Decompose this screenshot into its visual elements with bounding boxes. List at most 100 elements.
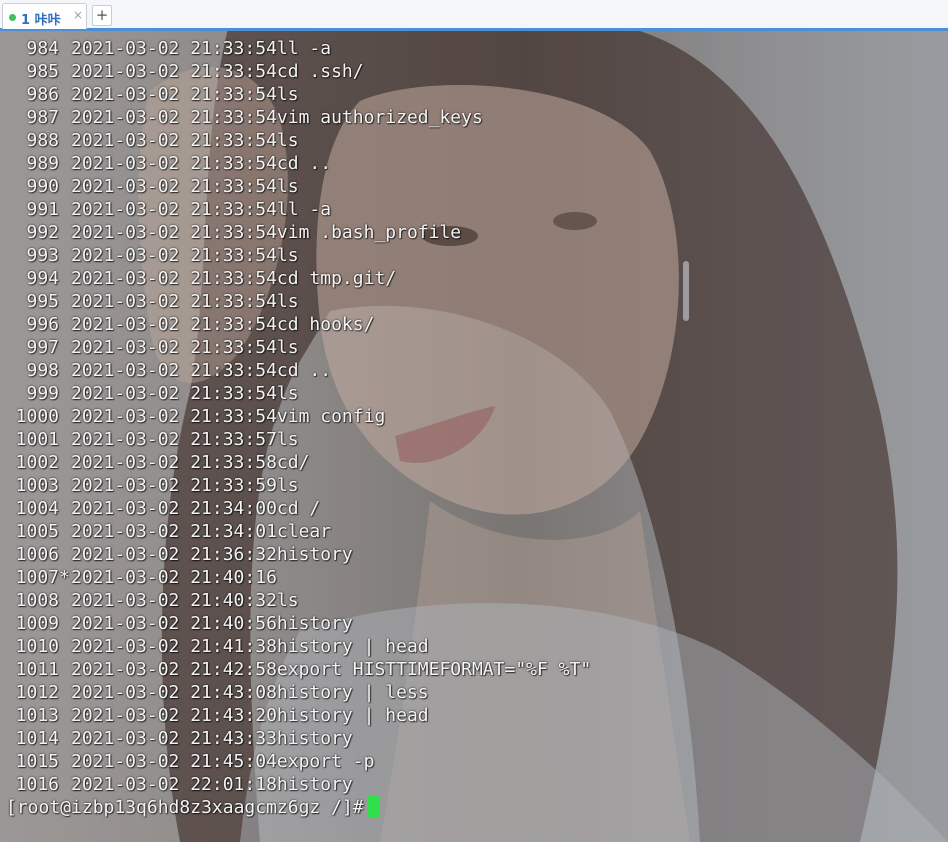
history-line: 1001 2021-03-02 21:33:57ls — [0, 428, 591, 451]
history-command: history | less — [276, 682, 429, 703]
history-command: cd .. — [276, 360, 332, 381]
history-number: 999 — [26, 383, 59, 404]
history-timestamp: 2021-03-02 21:40:56 — [71, 613, 277, 634]
history-number: 1008 — [15, 590, 59, 611]
history-command: export -p — [276, 751, 375, 772]
history-command: history — [276, 774, 353, 795]
history-command: ll -a — [276, 199, 332, 220]
history-line: 1003 2021-03-02 21:33:59ls — [0, 474, 591, 497]
history-timestamp: 2021-03-02 21:33:58 — [71, 452, 277, 473]
history-timestamp: 2021-03-02 21:33:54 — [71, 61, 277, 82]
history-number: 997 — [26, 337, 59, 358]
history-line: 1009 2021-03-02 21:40:56history — [0, 612, 591, 635]
history-number: 1009 — [15, 613, 59, 634]
history-number: 993 — [26, 245, 59, 266]
history-number: 995 — [26, 291, 59, 312]
history-timestamp: 2021-03-02 21:33:54 — [71, 406, 277, 427]
history-timestamp: 2021-03-02 21:33:54 — [71, 84, 277, 105]
history-line: 1004 2021-03-02 21:34:00cd / — [0, 497, 591, 520]
history-command: ls — [276, 383, 299, 404]
history-command: vim authorized_keys — [276, 107, 483, 128]
history-timestamp: 2021-03-02 21:43:20 — [71, 705, 277, 726]
history-number: 998 — [26, 360, 59, 381]
history-timestamp: 2021-03-02 21:33:54 — [71, 153, 277, 174]
history-timestamp: 2021-03-02 21:33:54 — [71, 383, 277, 404]
history-line: 1015 2021-03-02 21:45:04export -p — [0, 750, 591, 773]
terminal-area[interactable]: 984 2021-03-02 21:33:54ll -a 985 2021-03-02… — [0, 31, 948, 842]
history-number: 991 — [26, 199, 59, 220]
history-command: export HISTTIMEFORMAT="%F %T" — [276, 659, 592, 680]
history-command: history | head — [276, 636, 429, 657]
history-command: history — [276, 728, 353, 749]
history-line: 1002 2021-03-02 21:33:58cd/ — [0, 451, 591, 474]
history-line: 1014 2021-03-02 21:43:33history — [0, 727, 591, 750]
history-command: ls — [276, 337, 299, 358]
history-timestamp: 2021-03-02 21:33:54 — [71, 291, 277, 312]
history-command: history — [276, 544, 353, 565]
history-number: 1012 — [15, 682, 59, 703]
history-timestamp: 2021-03-02 21:33:54 — [71, 268, 277, 289]
history-line: 987 2021-03-02 21:33:54vim authorized_key… — [0, 106, 591, 129]
history-line: 991 2021-03-02 21:33:54ll -a — [0, 198, 591, 221]
history-number: 1006 — [15, 544, 59, 565]
history-timestamp: 2021-03-02 21:33:54 — [71, 337, 277, 358]
session-tab-bar: 1 咔咔 × + — [0, 0, 948, 31]
history-number: 1015 — [15, 751, 59, 772]
history-command: vim config — [276, 406, 386, 427]
session-tab[interactable]: 1 咔咔 × — [2, 3, 87, 29]
history-number: 1014 — [15, 728, 59, 749]
history-command: vim .bash_profile — [276, 222, 462, 243]
history-command: ls — [276, 590, 299, 611]
history-number: 1004 — [15, 498, 59, 519]
text-cursor — [367, 796, 379, 817]
history-line: 1011 2021-03-02 21:42:58export HISTTIMEFO… — [0, 658, 592, 681]
history-number: 992 — [26, 222, 59, 243]
history-line: 995 2021-03-02 21:33:54ls — [0, 290, 591, 313]
history-number: 996 — [26, 314, 59, 335]
history-line: 1010 2021-03-02 21:41:38history | head — [0, 635, 591, 658]
history-timestamp: 2021-03-02 21:33:54 — [71, 107, 277, 128]
history-line: 1013 2021-03-02 21:43:20history | head — [0, 704, 591, 727]
history-command: cd/ — [276, 452, 310, 473]
history-line: 996 2021-03-02 21:33:54cd hooks/ — [0, 313, 591, 336]
history-timestamp: 2021-03-02 21:33:54 — [71, 245, 277, 266]
history-command: cd hooks/ — [276, 314, 375, 335]
history-number: 1000 — [15, 406, 59, 427]
history-number: 1010 — [15, 636, 59, 657]
new-tab-button[interactable]: + — [92, 5, 112, 26]
history-line: 989 2021-03-02 21:33:54cd .. — [0, 152, 591, 175]
history-line: 1016 2021-03-02 22:01:18history — [0, 773, 591, 796]
history-command: history | head — [276, 705, 429, 726]
history-number: 1003 — [15, 475, 59, 496]
connection-status-icon — [9, 14, 16, 21]
close-tab-icon[interactable]: × — [73, 8, 83, 22]
history-line: 998 2021-03-02 21:33:54cd .. — [0, 359, 591, 382]
history-output: 984 2021-03-02 21:33:54ll -a 985 2021-03-02… — [0, 37, 592, 796]
history-number: 990 — [26, 176, 59, 197]
history-command: ls — [276, 475, 299, 496]
history-command: ls — [276, 176, 299, 197]
shell-prompt[interactable]: [root@izbp13q6hd8z3xaagcmz6gz /]# — [6, 796, 379, 820]
history-timestamp: 2021-03-02 21:33:54 — [71, 360, 277, 381]
history-command: cd / — [276, 498, 321, 519]
history-timestamp: 2021-03-02 21:33:54 — [71, 130, 277, 151]
history-number: 986 — [26, 84, 59, 105]
history-line: 990 2021-03-02 21:33:54ls — [0, 175, 591, 198]
history-timestamp: 2021-03-02 21:45:04 — [71, 751, 277, 772]
history-number: 1016 — [15, 774, 59, 795]
history-command: ls — [276, 291, 299, 312]
history-command: cd tmp.git/ — [276, 268, 397, 289]
history-line: 1007*2021-03-02 21:40:16 — [0, 566, 591, 589]
history-timestamp: 2021-03-02 21:33:59 — [71, 475, 277, 496]
prompt-text: [root@izbp13q6hd8z3xaagcmz6gz /]# — [6, 797, 364, 818]
history-line: 997 2021-03-02 21:33:54ls — [0, 336, 591, 359]
history-timestamp: 2021-03-02 21:33:57 — [71, 429, 277, 450]
history-timestamp: 2021-03-02 21:41:38 — [71, 636, 277, 657]
history-timestamp: 2021-03-02 21:34:00 — [71, 498, 277, 519]
history-line: 988 2021-03-02 21:33:54ls — [0, 129, 591, 152]
history-command: history — [276, 613, 353, 634]
history-number: 1002 — [15, 452, 59, 473]
history-number: 1013 — [15, 705, 59, 726]
history-number: 994 — [26, 268, 59, 289]
history-command: ls — [276, 245, 299, 266]
